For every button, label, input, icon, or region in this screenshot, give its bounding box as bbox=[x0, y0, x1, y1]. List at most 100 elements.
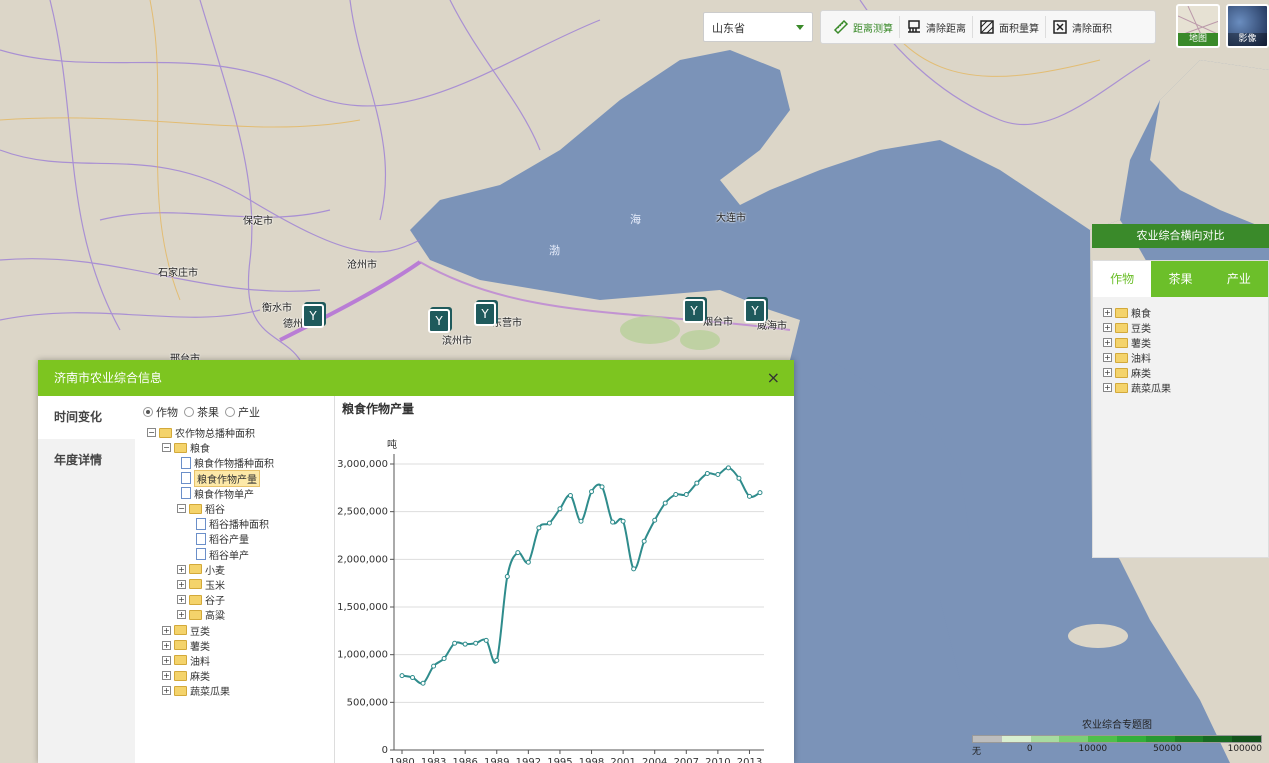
tree-item[interactable]: + 玉米 bbox=[139, 577, 330, 592]
tree-item-label: 麻类 bbox=[190, 672, 210, 684]
tab-annual-detail[interactable]: 年度详情 bbox=[38, 439, 135, 482]
folder-icon bbox=[189, 579, 202, 590]
x-tick-label: 1995 bbox=[547, 757, 572, 763]
basemap-satellite-button[interactable]: 影像 bbox=[1226, 4, 1269, 48]
tree-item[interactable]: + 豆类 bbox=[139, 622, 330, 638]
basemap-map-button[interactable]: 地图 bbox=[1176, 4, 1220, 48]
expand-icon[interactable]: + bbox=[1103, 338, 1112, 347]
tree-item[interactable]: 粮食作物单产 bbox=[139, 486, 330, 501]
data-point bbox=[662, 500, 668, 506]
close-icon[interactable]: × bbox=[767, 360, 780, 396]
tab-time-change[interactable]: 时间变化 bbox=[38, 396, 135, 439]
expand-icon[interactable]: + bbox=[177, 564, 186, 574]
tree-item[interactable]: + 蔬菜瓜果 bbox=[139, 683, 330, 698]
legend-swatch bbox=[1001, 736, 1031, 742]
tree-item[interactable]: + 蔬菜瓜果 bbox=[1103, 380, 1258, 395]
sprout-icon[interactable]: Y bbox=[683, 299, 705, 323]
category-radio-group: 作物 茶果 产业 bbox=[139, 404, 330, 420]
tree-item[interactable]: − 粮食 bbox=[139, 440, 330, 455]
tree-item-label: 粮食作物产量 bbox=[194, 469, 260, 487]
clear-area-button[interactable]: 清除面积 bbox=[1046, 16, 1118, 38]
data-point bbox=[452, 640, 458, 646]
province-select[interactable]: 山东省 bbox=[703, 12, 813, 42]
tree-item[interactable]: + 油料 bbox=[139, 653, 330, 668]
data-point bbox=[757, 490, 763, 496]
tree-item[interactable]: 粮食作物播种面积 bbox=[139, 455, 330, 470]
expand-icon[interactable]: + bbox=[1103, 368, 1112, 377]
tab-crops[interactable]: 作物 bbox=[1093, 261, 1152, 297]
expand-icon[interactable]: + bbox=[1103, 353, 1112, 362]
legend-label: 无 bbox=[972, 747, 982, 757]
data-point bbox=[494, 657, 500, 663]
radio-industry[interactable]: 产业 bbox=[225, 404, 260, 420]
expand-icon[interactable]: + bbox=[162, 640, 171, 650]
tree-item[interactable]: 稻谷播种面积 bbox=[139, 516, 330, 531]
tree-item[interactable]: − 稻谷 bbox=[139, 501, 330, 516]
map-label-city: 衡水市 bbox=[262, 303, 292, 314]
tree-item[interactable]: + 小麦 bbox=[139, 562, 330, 577]
expand-icon[interactable]: + bbox=[162, 671, 171, 681]
sprout-icon[interactable]: Y bbox=[428, 309, 450, 333]
legend-swatch bbox=[1030, 736, 1060, 742]
measure-toolbar: 距离测算 清除距离 面积量算 清除面积 bbox=[820, 10, 1156, 44]
tree-item[interactable]: 稻谷单产 bbox=[139, 547, 330, 562]
tree-item[interactable]: 稻谷产量 bbox=[139, 531, 330, 546]
tree-item[interactable]: + 麻类 bbox=[139, 668, 330, 683]
expand-icon[interactable]: + bbox=[177, 595, 186, 605]
tree-item[interactable]: + 薯类 bbox=[1103, 335, 1258, 350]
expand-icon[interactable]: + bbox=[177, 579, 186, 589]
collapse-icon[interactable]: − bbox=[177, 504, 186, 514]
y-tick-label: 2,500,000 bbox=[337, 507, 388, 518]
expand-icon[interactable]: + bbox=[1103, 323, 1112, 332]
data-point bbox=[610, 519, 616, 525]
collapse-icon[interactable]: − bbox=[147, 428, 156, 438]
tab-tea-fruit[interactable]: 茶果 bbox=[1151, 261, 1210, 297]
radio-tea-fruit[interactable]: 茶果 bbox=[184, 404, 219, 420]
chevron-down-icon bbox=[796, 25, 804, 30]
folder-icon bbox=[189, 594, 202, 605]
sprout-icon[interactable]: Y bbox=[744, 299, 766, 323]
data-point bbox=[673, 492, 679, 498]
expand-icon[interactable]: + bbox=[177, 610, 186, 620]
expand-icon[interactable]: + bbox=[1103, 308, 1112, 317]
tree-item[interactable]: + 豆类 bbox=[1103, 320, 1258, 335]
distance-measure-button[interactable]: 距离测算 bbox=[827, 16, 900, 38]
radio-crops[interactable]: 作物 bbox=[143, 404, 178, 420]
tree-item[interactable]: + 薯类 bbox=[139, 638, 330, 653]
area-measure-button[interactable]: 面积量算 bbox=[973, 16, 1046, 38]
tree-item[interactable]: + 谷子 bbox=[139, 592, 330, 607]
sprout-icon[interactable]: Y bbox=[302, 304, 324, 328]
tree-item-label: 油料 bbox=[190, 656, 210, 668]
data-point bbox=[441, 655, 447, 661]
expand-icon[interactable]: + bbox=[162, 625, 171, 635]
eraser-icon bbox=[908, 20, 920, 33]
radio-icon bbox=[184, 407, 194, 417]
data-point bbox=[420, 680, 426, 686]
expand-icon[interactable]: + bbox=[162, 655, 171, 665]
tree-item[interactable]: 粮食作物产量 bbox=[139, 469, 330, 487]
data-point bbox=[546, 520, 552, 526]
file-icon bbox=[181, 487, 191, 500]
tab-industry[interactable]: 产业 bbox=[1209, 261, 1268, 297]
file-icon bbox=[196, 548, 206, 561]
tree-item[interactable]: − 农作物总播种面积 bbox=[139, 425, 330, 440]
x-tick-label: 1986 bbox=[452, 757, 477, 763]
tree-item[interactable]: + 粮食 bbox=[1103, 305, 1258, 320]
collapse-icon[interactable]: − bbox=[162, 443, 171, 453]
legend-swatch bbox=[1174, 736, 1204, 742]
data-point bbox=[431, 663, 437, 669]
sprout-icon[interactable]: Y bbox=[474, 302, 496, 326]
expand-icon[interactable]: + bbox=[1103, 383, 1112, 392]
tree-item[interactable]: + 高粱 bbox=[139, 607, 330, 622]
expand-icon[interactable]: + bbox=[162, 686, 171, 696]
tree-item[interactable]: + 油料 bbox=[1103, 350, 1258, 365]
folder-icon bbox=[159, 427, 172, 438]
data-point bbox=[410, 675, 416, 681]
tree-item-label: 豆类 bbox=[190, 626, 210, 638]
tree-item[interactable]: + 麻类 bbox=[1103, 365, 1258, 380]
map-label-city: 大连市 bbox=[716, 213, 746, 224]
comparison-panel-header[interactable]: 农业综合横向对比 bbox=[1092, 224, 1269, 248]
clear-distance-button[interactable]: 清除距离 bbox=[900, 16, 973, 38]
map-label-city: 烟台市 bbox=[703, 317, 733, 328]
thematic-legend: 农业综合专题图 无 0 10000 50000 100000 bbox=[972, 716, 1262, 761]
